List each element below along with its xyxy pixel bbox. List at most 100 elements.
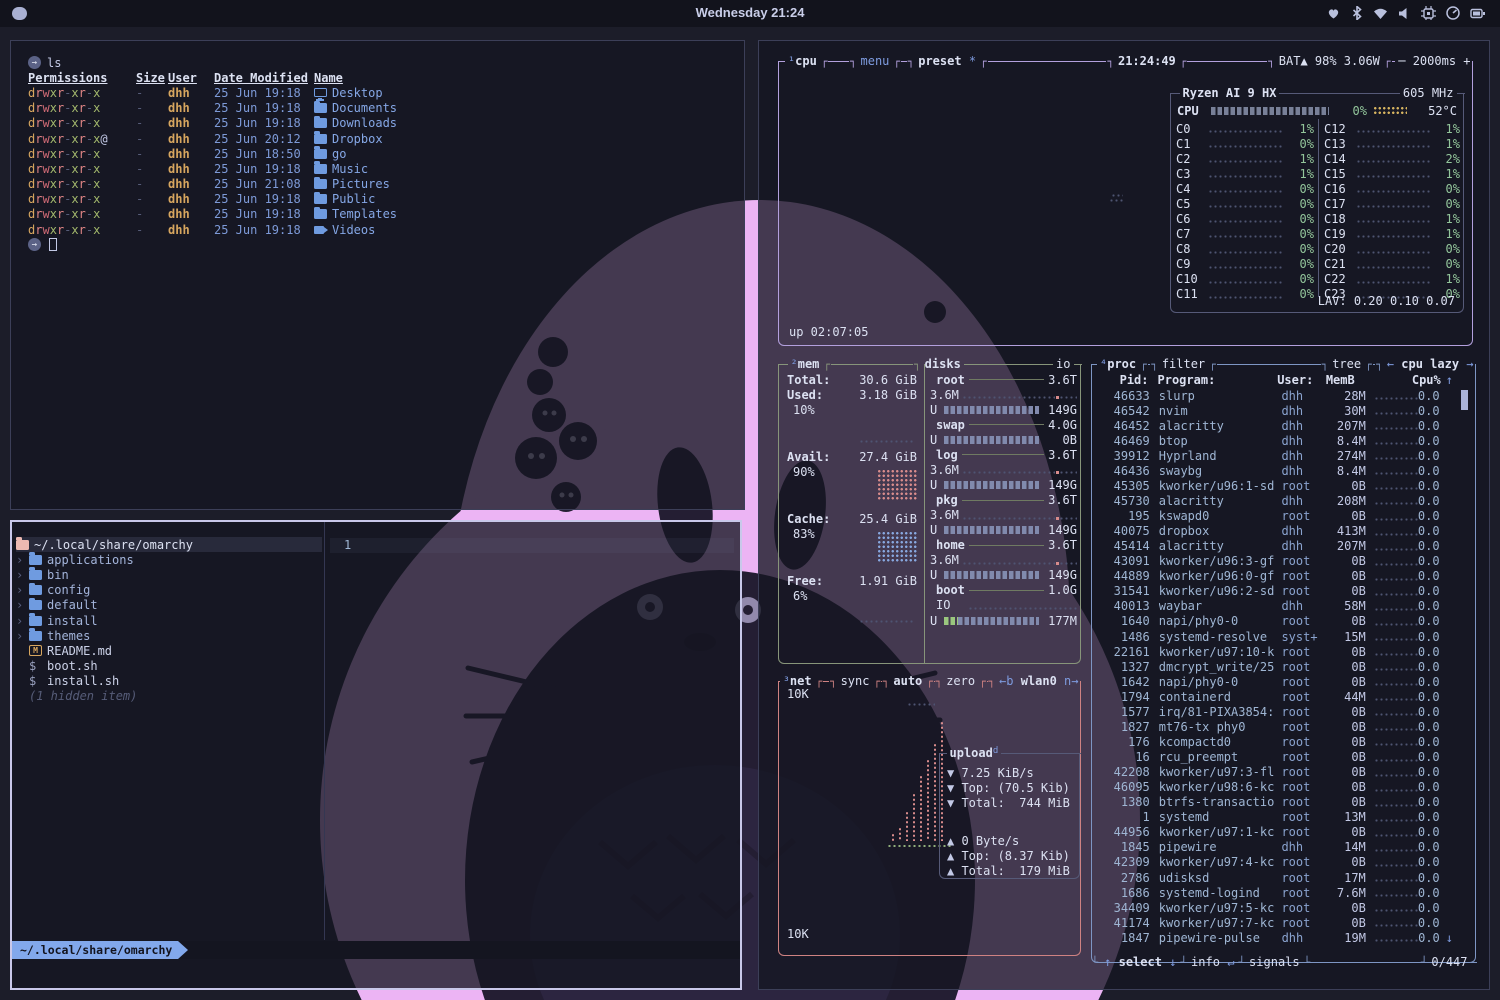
process-row[interactable]: 34409kworker/u97:5-kcroot0B0.0 <box>1098 900 1453 915</box>
cpu-preset-button[interactable]: preset * <box>918 54 976 68</box>
proc-tree-toggle[interactable]: tree <box>1332 357 1361 371</box>
net-sync-toggle[interactable]: sync <box>841 674 870 688</box>
process-row[interactable]: 1327dmcrypt_write/25root0B0.0 <box>1098 659 1453 674</box>
process-row[interactable]: 40013waybardhh58M0.0 <box>1098 599 1453 614</box>
terminal-ls-window[interactable]: →lsPermissionsSizeUserDate ModifiedNamed… <box>10 40 745 510</box>
file-name[interactable]: Downloads <box>332 116 397 130</box>
disk-name[interactable]: root <box>936 373 965 387</box>
process-row[interactable]: 46095kworker/u98:6-kcroot0B0.0 <box>1098 780 1453 795</box>
proc-scrollbar[interactable] <box>1461 390 1468 410</box>
tree-item[interactable]: ›themes <box>16 628 322 643</box>
file-name[interactable]: Templates <box>332 207 397 221</box>
tree-item[interactable]: ›applications <box>16 552 322 567</box>
process-row[interactable]: 1686systemd-logindroot7.6M0.0 <box>1098 885 1453 900</box>
file-name[interactable]: Dropbox <box>332 132 383 146</box>
process-row[interactable]: 1827mt76-tx phy0root0B0.0 <box>1098 719 1453 734</box>
process-row[interactable]: 1380btrfs-transactioroot0B0.0 <box>1098 795 1453 810</box>
process-row[interactable]: 31541kworker/u96:2-sdroot0B0.0 <box>1098 584 1453 599</box>
process-row[interactable]: 46452alacrittydhh207M0.0 <box>1098 418 1453 433</box>
process-row[interactable]: 1642napi/phy0-0root0B0.0 <box>1098 674 1453 689</box>
process-row[interactable]: 1847pipewire-pulsedhh19M0.0↓ <box>1098 930 1453 945</box>
proc-filter-button[interactable]: filter <box>1162 357 1205 371</box>
tree-item[interactable]: ›default <box>16 598 322 613</box>
proc-signals-button[interactable]: signals <box>1249 955 1300 969</box>
process-row[interactable]: 176kcompactd0root0B0.0 <box>1098 734 1453 749</box>
process-row[interactable]: 1577irq/81-PIXA3854:root0B0.0 <box>1098 704 1453 719</box>
file-name[interactable]: Pictures <box>332 177 390 191</box>
net-interface-switcher[interactable]: ←b wlan0 n→ <box>999 674 1079 688</box>
net-auto-toggle[interactable]: auto <box>893 674 922 688</box>
proc-sort-selector[interactable]: ← cpu lazy → <box>1387 357 1474 371</box>
process-row[interactable]: 44956kworker/u97:1-kcroot0B0.0 <box>1098 825 1453 840</box>
process-row[interactable]: 45730alacrittydhh208M0.0 <box>1098 493 1453 508</box>
wifi-icon[interactable] <box>1373 7 1388 20</box>
pane-separator[interactable] <box>324 522 325 940</box>
battery-icon[interactable] <box>1470 6 1486 20</box>
disk-name[interactable]: log <box>936 448 958 462</box>
process-row[interactable]: 1845pipewiredhh14M0.0 <box>1098 840 1453 855</box>
tree-item[interactable]: ›install <box>16 613 322 628</box>
cpu-menu-button[interactable]: menu <box>861 54 890 68</box>
cpu-chip-icon[interactable] <box>1421 6 1436 20</box>
battery-status: BAT▲ 98% 3.06W <box>1279 54 1380 68</box>
process-user: root <box>1281 614 1331 628</box>
process-row[interactable]: 44889kworker/u96:0-gfroot0B0.0 <box>1098 569 1453 584</box>
process-row[interactable]: 1640napi/phy0-0root0B0.0 <box>1098 614 1453 629</box>
disk-name[interactable]: pkg <box>936 493 958 507</box>
process-row[interactable]: 2786udisksdroot17M0.0 <box>1098 870 1453 885</box>
editor-window[interactable]: ~/.local/share/omarchy›applications›bin›… <box>10 520 742 990</box>
process-row[interactable]: 39912Hyprlanddhh274M0.0 <box>1098 448 1453 463</box>
process-row[interactable]: 45305kworker/u96:1-sdroot0B0.0 <box>1098 478 1453 493</box>
process-row[interactable]: 1systemdroot13M0.0 <box>1098 810 1453 825</box>
file-name[interactable]: go <box>332 147 346 161</box>
proc-tab[interactable]: ⁴proc <box>1100 357 1136 371</box>
process-row[interactable]: 46436swaybgdhh8.4M0.0 <box>1098 463 1453 478</box>
updates-icon[interactable] <box>1326 6 1341 20</box>
disks-io-toggle[interactable]: io <box>1056 357 1070 371</box>
disk-name[interactable]: boot <box>936 583 965 597</box>
proc-select-control[interactable]: ↑ select ↓ <box>1104 955 1176 969</box>
file-name[interactable]: Music <box>332 162 368 176</box>
file-name[interactable]: Public <box>332 192 375 206</box>
process-row[interactable]: 1794containerdroot44M0.0 <box>1098 689 1453 704</box>
file-name[interactable]: Documents <box>332 101 397 115</box>
shell-prompt-line: →ls <box>28 55 734 70</box>
tree-item[interactable]: ›config <box>16 583 322 598</box>
process-row[interactable]: 16rcu_preemptroot0B0.0 <box>1098 750 1453 765</box>
net-tab[interactable]: ³net <box>783 674 812 688</box>
tree-root-item[interactable]: ~/.local/share/omarchy <box>16 537 322 552</box>
disks-tab[interactable]: disks <box>925 357 961 371</box>
process-row[interactable]: 1486systemd-resolvesyst+15M0.0 <box>1098 629 1453 644</box>
tree-item[interactable]: $boot.sh <box>16 659 322 674</box>
cpu-tab[interactable]: ¹cpu <box>788 54 817 68</box>
bluetooth-icon[interactable] <box>1351 6 1363 20</box>
cpu-core-row: C90% <box>1176 257 1314 272</box>
tree-item[interactable]: $install.sh <box>16 674 322 689</box>
proc-info-button[interactable]: info ↵ <box>1191 955 1234 969</box>
process-mem: 13M <box>1331 810 1366 824</box>
disk-name[interactable]: home <box>936 538 965 552</box>
disk-name[interactable]: swap <box>936 418 965 432</box>
process-row[interactable]: 45414alacrittydhh207M0.0 <box>1098 539 1453 554</box>
process-row[interactable]: 46633slurpdhh28M0.0 <box>1098 388 1453 403</box>
process-row[interactable]: 42309kworker/u97:4-kcroot0B0.0 <box>1098 855 1453 870</box>
process-row[interactable]: 43091kworker/u96:3-gfroot0B0.0 <box>1098 554 1453 569</box>
gauge-icon[interactable] <box>1446 6 1460 20</box>
file-name[interactable]: Desktop <box>332 86 383 100</box>
process-row[interactable]: 40075dropboxdhh413M0.0 <box>1098 524 1453 539</box>
update-interval[interactable]: ─ 2000ms + <box>1398 54 1470 68</box>
process-row[interactable]: 42208kworker/u97:3-flroot0B0.0 <box>1098 765 1453 780</box>
net-zero-toggle[interactable]: zero <box>946 674 975 688</box>
tree-item[interactable]: MREADME.md <box>16 643 322 658</box>
disk-free-row: 3.6M <box>930 508 1077 523</box>
process-row[interactable]: 22161kworker/u97:10-kroot0B0.0 <box>1098 644 1453 659</box>
process-mem: 0B <box>1331 855 1366 869</box>
file-name[interactable]: Videos <box>332 223 375 237</box>
process-row[interactable]: 46542nvimdhh30M0.0 <box>1098 403 1453 418</box>
process-row[interactable]: 46469btopdhh8.4M0.0 <box>1098 433 1453 448</box>
btop-window[interactable]: ¹cpu ┌┐ menu ┌┐ preset * ┌┐ 21:24:49 ┌┐ … <box>758 40 1490 990</box>
volume-icon[interactable] <box>1398 7 1411 20</box>
process-row[interactable]: 195kswapd0root0B0.0 <box>1098 509 1453 524</box>
process-row[interactable]: 41174kworker/u97:7-kcroot0B0.0 <box>1098 915 1453 930</box>
tree-item[interactable]: ›bin <box>16 567 322 582</box>
